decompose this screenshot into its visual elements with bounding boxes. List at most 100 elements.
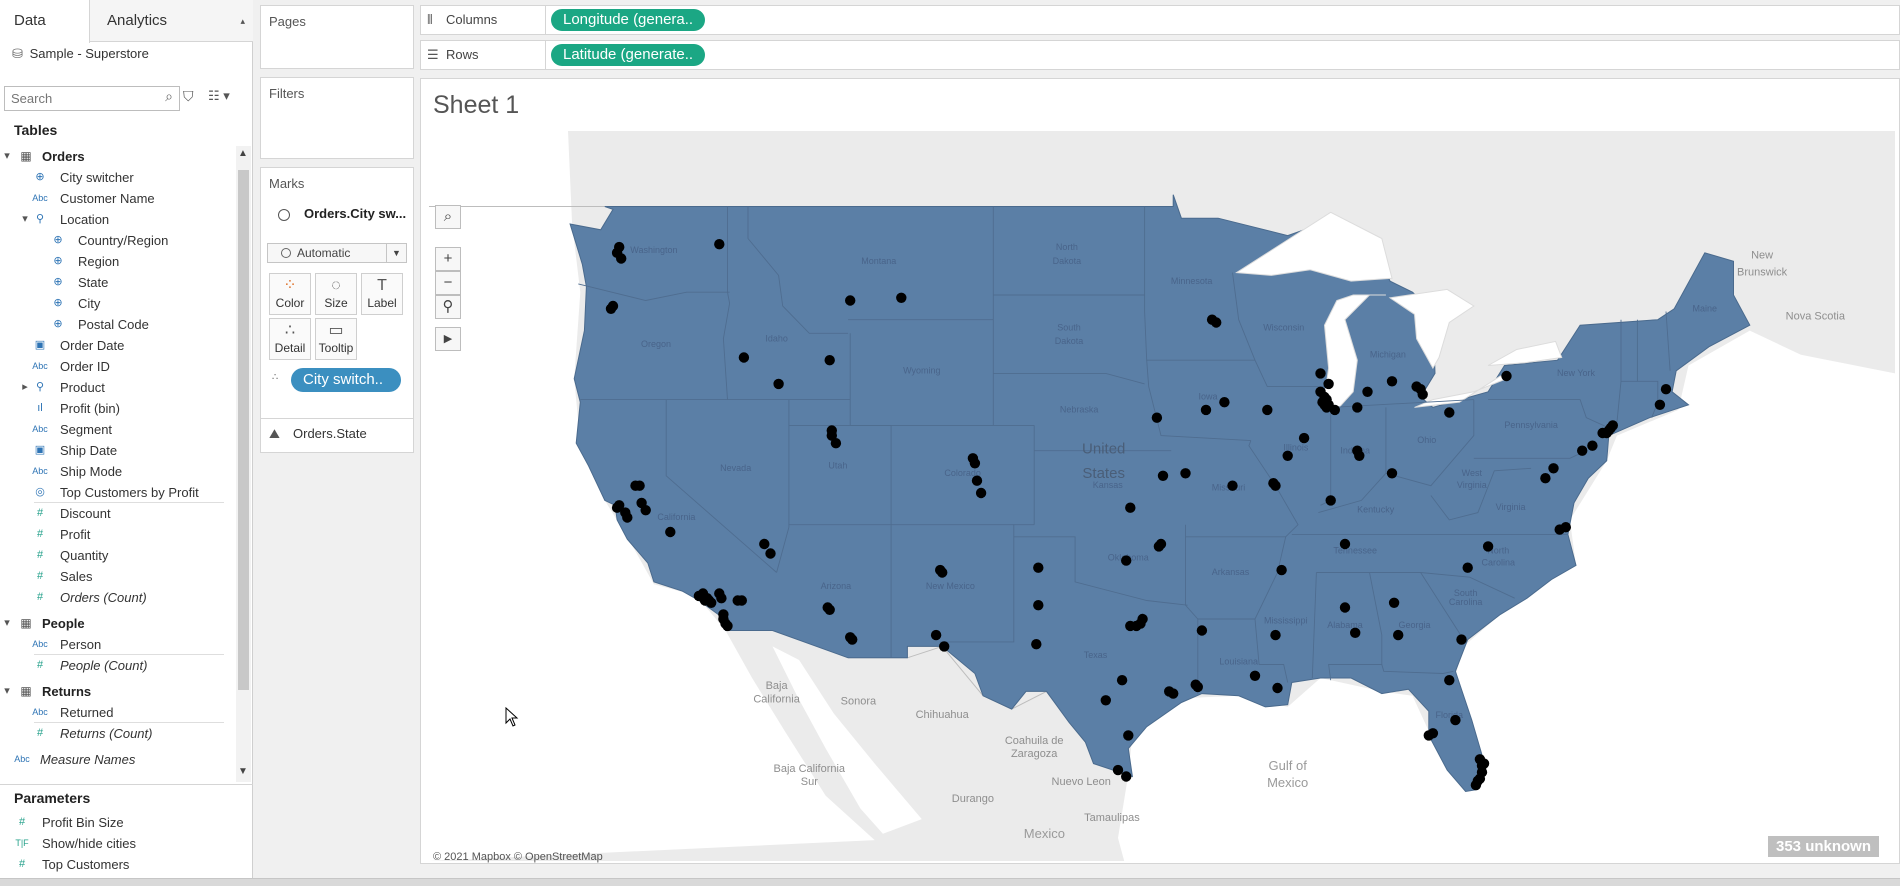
collapse-icon[interactable]: ▾	[1, 681, 13, 702]
map-label: Sonora	[841, 696, 877, 708]
city-point	[937, 567, 948, 578]
bin-icon: ıl	[37, 402, 43, 414]
map-label: Nuevo Leon	[1052, 776, 1111, 788]
zoom-in-button[interactable]: +	[435, 247, 461, 271]
search-icon[interactable]: ⌕	[165, 88, 173, 105]
globe-icon: ⊕	[53, 234, 63, 246]
city-point	[1125, 502, 1136, 513]
map-label: Durango	[952, 793, 994, 805]
number-icon: #	[36, 507, 44, 519]
rows-icon: ☰	[427, 47, 439, 62]
city-point	[1270, 629, 1281, 641]
city-point	[1298, 432, 1310, 444]
city-point	[1121, 771, 1132, 782]
map-search-button[interactable]: ⌕	[435, 205, 461, 229]
pin-map-button[interactable]: ⚲	[435, 295, 461, 319]
tree-item-label: Order ID	[60, 359, 110, 374]
datasource-item[interactable]: ⛁ Sample - Superstore	[12, 44, 149, 64]
expand-icon[interactable]: ▸	[19, 377, 31, 398]
map-label: West	[1462, 468, 1483, 478]
string-icon: Abc	[32, 424, 48, 434]
size-button[interactable]: ◌ Size	[315, 273, 357, 315]
marks-card: Marks Orders.City sw... Automatic ▼ ⁘ Col…	[260, 167, 414, 453]
city-point	[1393, 629, 1404, 641]
zoom-out-button[interactable]: −	[435, 271, 461, 295]
pages-title: Pages	[269, 14, 306, 29]
detail-button[interactable]: ∴ Detail	[269, 318, 311, 360]
tree-item-label: Discount	[60, 506, 111, 521]
search-input[interactable]	[9, 87, 159, 109]
latitude-pill[interactable]: Latitude (generate..	[551, 44, 706, 66]
tooltip-icon: ▭	[328, 322, 344, 339]
tab-menu-icon[interactable]: ▴	[240, 0, 245, 42]
city-point	[773, 378, 784, 390]
map-label: Wyoming	[903, 365, 940, 375]
map-label: Michigan	[1370, 350, 1406, 360]
number-param-icon: #	[18, 858, 26, 870]
city-point	[1325, 495, 1336, 506]
tooltip-button[interactable]: ▭ Tooltip	[315, 318, 357, 360]
city-point	[1352, 445, 1363, 456]
city-point	[1350, 627, 1361, 638]
city-point	[1388, 597, 1400, 608]
city-point	[1276, 564, 1287, 576]
map-label: Maine	[1693, 304, 1718, 314]
label-button[interactable]: T Label	[361, 273, 403, 315]
map-label: Idaho	[765, 333, 788, 343]
map-svg[interactable]: UnitedStatesNewBrunswickNova ScotiaBajaC…	[429, 131, 1895, 861]
map-label: Baja	[766, 680, 789, 692]
map-label: New York	[1557, 368, 1596, 378]
sheet-title[interactable]: Sheet 1	[433, 91, 519, 120]
city-point	[1168, 688, 1179, 699]
number-icon: #	[36, 528, 44, 540]
unknown-indicator[interactable]: 353 unknown	[1768, 836, 1880, 857]
filter-icon[interactable]: ⛉	[183, 88, 194, 105]
filters-card[interactable]: Filters	[260, 77, 414, 159]
rows-shelf[interactable]: ☰ Rows Latitude (generate..	[420, 40, 1900, 70]
city-point	[824, 355, 835, 366]
number-icon: #	[36, 549, 44, 561]
chevron-down-icon: ▼	[386, 244, 406, 262]
city-point	[714, 239, 725, 250]
city-point	[1560, 522, 1572, 533]
city-point	[1587, 440, 1598, 451]
table-icon: ▦	[20, 616, 32, 630]
data-pane: Data Analytics▴ ⛁ Sample - Superstore ⌕ …	[0, 0, 253, 886]
collapse-icon[interactable]: ▾	[1, 613, 13, 634]
map-label: Louisiana	[1219, 657, 1258, 667]
city-point	[1470, 779, 1482, 791]
city-point	[1417, 389, 1428, 400]
string-icon: Abc	[32, 361, 48, 371]
marks-state-layer[interactable]: Orders.State	[293, 426, 367, 441]
sheet-tabs-bar[interactable]	[0, 878, 1900, 886]
tree-scroll-thumb[interactable]	[238, 170, 249, 690]
size-icon: ◌	[331, 277, 341, 294]
map-layer-icon: ⛰	[269, 426, 280, 441]
marks-layer-selector[interactable]: Orders.City sw...	[269, 203, 407, 227]
map-toolbar-expand-button[interactable]: ▶	[435, 327, 461, 351]
mark-type-dropdown[interactable]: Automatic ▼	[267, 243, 407, 263]
collapse-icon[interactable]: ▾	[19, 209, 31, 230]
tree-item-label: Product	[60, 380, 105, 395]
collapse-icon[interactable]: ▾	[1, 146, 13, 167]
view-options-icon[interactable]: ☷ ▾	[208, 88, 230, 104]
color-button[interactable]: ⁘ Color	[269, 273, 311, 315]
city-point	[1456, 634, 1467, 645]
pages-card[interactable]: Pages	[260, 5, 414, 69]
tab-analytics[interactable]: Analytics ▴	[90, 0, 253, 42]
scroll-up-icon[interactable]: ▲	[238, 148, 248, 159]
longitude-pill[interactable]: Longitude (genera..	[551, 9, 706, 31]
map-label: Arkansas	[1212, 567, 1250, 577]
city-switcher-pill[interactable]: City switch..	[291, 368, 401, 392]
scroll-down-icon[interactable]: ▼	[238, 766, 248, 777]
city-point	[1033, 600, 1044, 611]
city-point	[1321, 394, 1332, 405]
tab-data[interactable]: Data	[0, 0, 90, 43]
parameter-label: Show/hide cities	[42, 836, 136, 851]
columns-shelf[interactable]: ⦀ Columns Longitude (genera..	[420, 5, 1900, 35]
city-point	[630, 480, 641, 491]
city-point	[1329, 404, 1340, 416]
tree-item-label: Measure Names	[40, 752, 136, 767]
city-point	[939, 641, 950, 652]
map-view[interactable]: United States New Brunswick Nova Scotia Baja C…	[429, 131, 1895, 861]
